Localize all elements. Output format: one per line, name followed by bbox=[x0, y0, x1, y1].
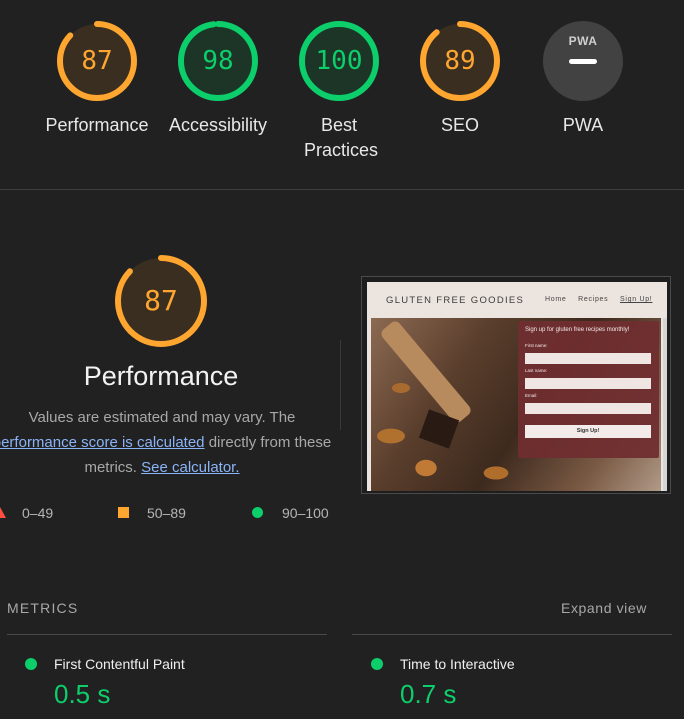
fail-triangle-icon bbox=[0, 507, 6, 518]
best-practices-score: 100 bbox=[315, 46, 363, 76]
seo-label: SEO bbox=[440, 115, 479, 135]
legend-average-range: 50–89 bbox=[147, 505, 186, 521]
metric-value: 0.5 s bbox=[54, 679, 111, 709]
performance-description: Values are estimated and may vary. The p… bbox=[0, 405, 332, 480]
performance-detail-score: 87 bbox=[144, 284, 178, 317]
form-first-name-input bbox=[525, 353, 651, 364]
rolling-pin-image bbox=[379, 318, 473, 426]
accessibility-score-gauge: 98 bbox=[178, 21, 258, 101]
form-email-input bbox=[525, 403, 651, 414]
category-seo[interactable]: 89 SEO bbox=[400, 21, 520, 138]
seo-score: 89 bbox=[444, 46, 476, 76]
category-accessibility[interactable]: 98 Accessibility bbox=[158, 21, 278, 138]
screenshot-brand: GLUTEN FREE GOODIES bbox=[386, 295, 525, 306]
screenshot-scrollbar bbox=[663, 318, 667, 491]
screenshot-nav-home: Home bbox=[545, 296, 567, 303]
vertical-separator bbox=[340, 340, 341, 430]
best-practices-score-gauge: 100 bbox=[299, 21, 379, 101]
legend-fail-range: 0–49 bbox=[22, 505, 54, 521]
pass-circle-icon bbox=[25, 658, 37, 670]
best-practices-label: Best Practices bbox=[304, 115, 379, 160]
metrics-divider-right bbox=[352, 634, 672, 635]
form-last-name-label: Last name: bbox=[525, 368, 548, 373]
performance-score-gauge: 87 bbox=[57, 21, 137, 101]
legend-fail: 0–49 bbox=[0, 505, 53, 521]
form-first-name-label: First name: bbox=[525, 343, 548, 348]
description-prefix: Values are estimated and may vary. The bbox=[28, 409, 296, 426]
screenshot-nav-links: Home Recipes Sign Up! bbox=[545, 296, 661, 303]
pass-circle-icon bbox=[371, 658, 383, 670]
pwa-badge-text: PWA bbox=[568, 34, 598, 48]
metrics-divider-left bbox=[7, 634, 327, 635]
metric-label: First Contentful Paint bbox=[54, 656, 185, 672]
screenshot-signup-form: Sign up for gluten free recipes monthly!… bbox=[518, 321, 659, 458]
expand-view-button[interactable]: Expand view bbox=[561, 600, 647, 616]
form-email-label: Email: bbox=[525, 393, 538, 398]
performance-title: Performance bbox=[83, 361, 239, 391]
pwa-dash-icon bbox=[569, 59, 597, 64]
average-square-icon bbox=[118, 507, 129, 518]
seo-score-gauge: 89 bbox=[420, 21, 500, 101]
performance-detail-gauge: 87 bbox=[115, 255, 207, 347]
accessibility-label: Accessibility bbox=[168, 115, 268, 135]
metrics-heading: METRICS bbox=[7, 600, 79, 616]
legend-pass-range: 90–100 bbox=[282, 505, 329, 521]
performance-score: 87 bbox=[81, 46, 113, 76]
category-pwa[interactable]: PWA PWA bbox=[523, 21, 643, 138]
final-screenshot[interactable]: GLUTEN FREE GOODIES Home Recipes Sign Up… bbox=[361, 276, 671, 494]
see-calculator-link[interactable]: See calculator. bbox=[141, 459, 239, 476]
accessibility-score: 98 bbox=[202, 46, 234, 76]
screenshot-nav-recipes: Recipes bbox=[578, 296, 609, 303]
performance-label: Performance bbox=[45, 115, 149, 135]
score-calculated-link[interactable]: performance score is calculated bbox=[0, 434, 205, 451]
pwa-label: PWA bbox=[562, 115, 604, 135]
legend-average: 50–89 bbox=[118, 505, 186, 521]
pass-circle-icon bbox=[252, 507, 263, 518]
category-best-practices[interactable]: 100 Best Practices bbox=[279, 21, 399, 163]
metric-value: 0.7 s bbox=[400, 679, 457, 709]
screenshot-nav-signup: Sign Up! bbox=[620, 296, 653, 303]
category-performance[interactable]: 87 Performance bbox=[37, 21, 157, 138]
metric-label: Time to Interactive bbox=[400, 656, 515, 672]
section-divider bbox=[0, 189, 684, 190]
screenshot-page: GLUTEN FREE GOODIES Home Recipes Sign Up… bbox=[367, 282, 667, 491]
form-signup-button: Sign Up! bbox=[525, 425, 651, 438]
form-title: Sign up for gluten free recipes monthly! bbox=[525, 327, 630, 333]
form-last-name-input bbox=[525, 378, 651, 389]
pwa-badge: PWA bbox=[543, 21, 623, 101]
legend-pass: 90–100 bbox=[252, 505, 329, 521]
screenshot-navbar: GLUTEN FREE GOODIES Home Recipes Sign Up… bbox=[367, 282, 667, 316]
